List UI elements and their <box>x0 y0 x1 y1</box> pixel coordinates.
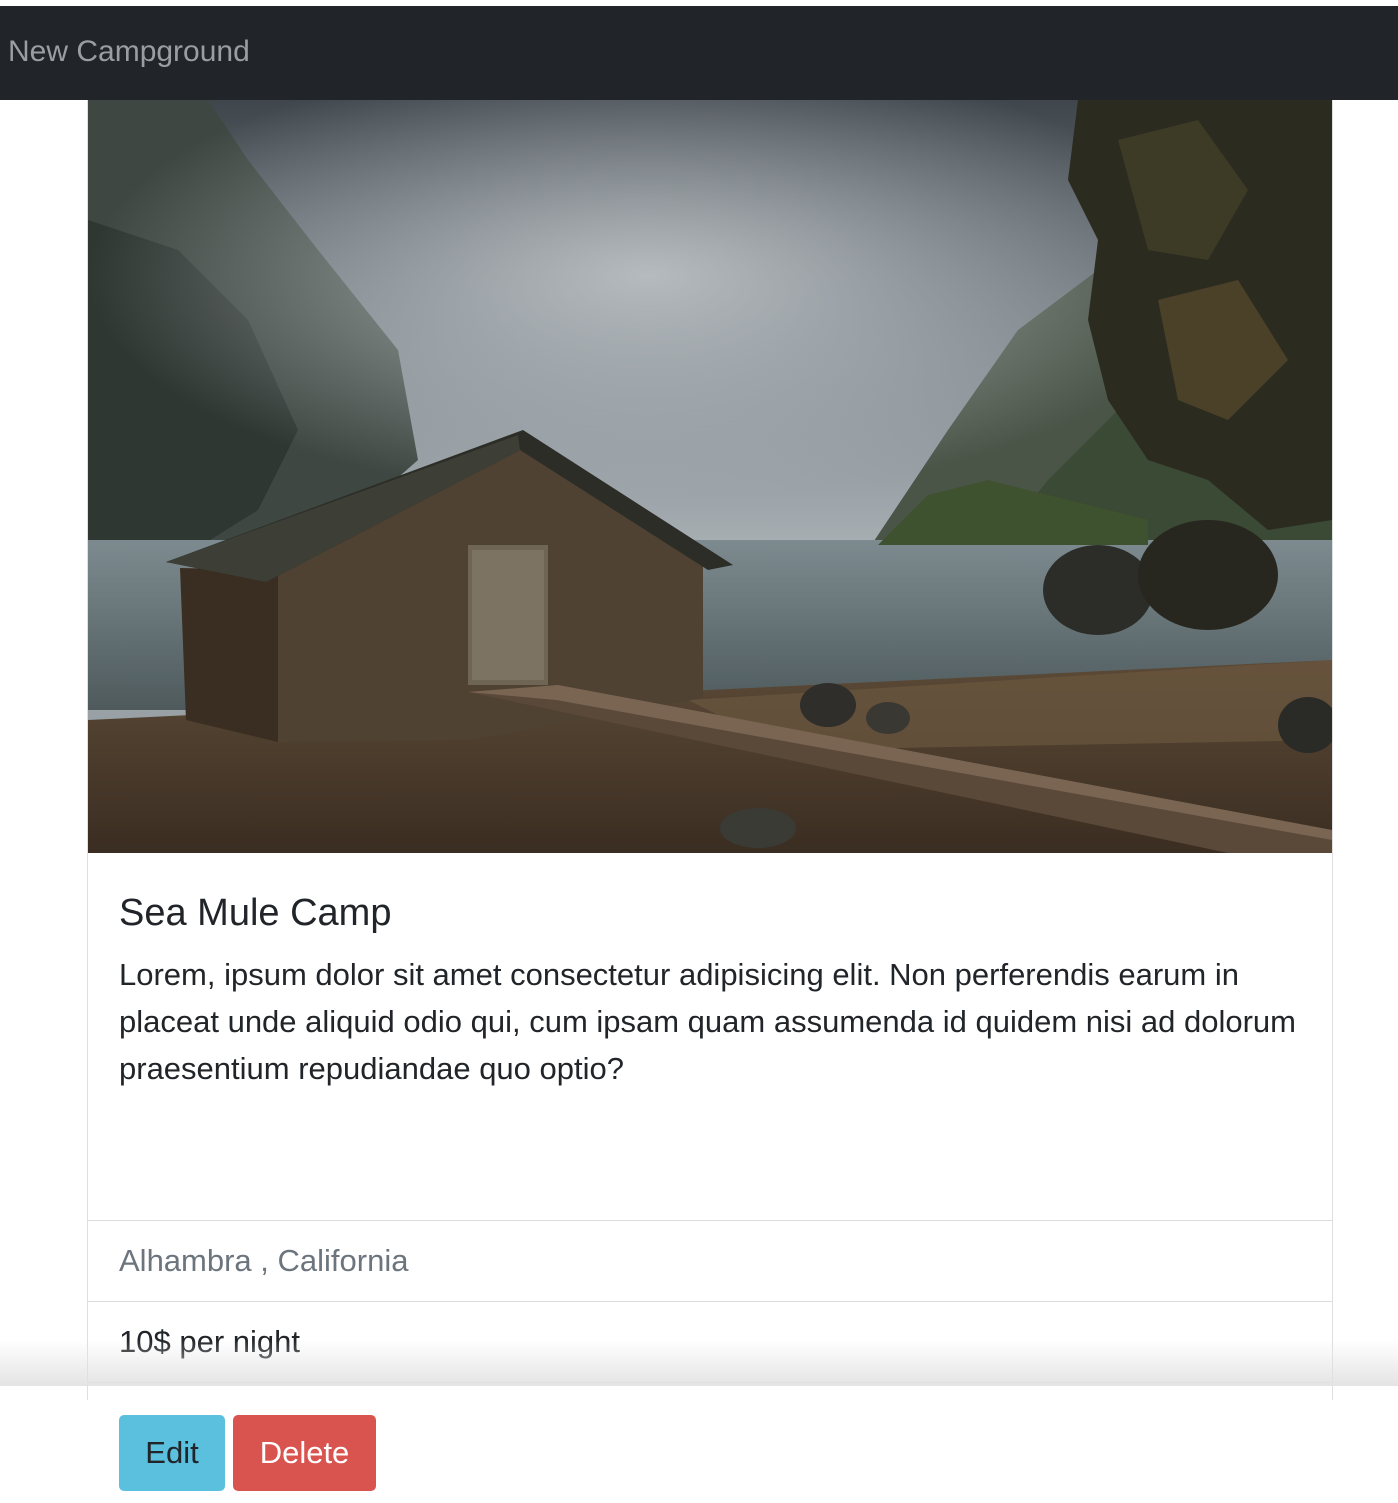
campground-card: Sea Mule Camp Lorem, ipsum dolor sit ame… <box>87 100 1333 1491</box>
navbar: New Campground <box>0 6 1398 100</box>
new-campground-link[interactable]: New Campground <box>8 34 250 70</box>
list-item-price: 10$ per night <box>88 1302 1332 1383</box>
campground-price: 10$ per night <box>119 1324 300 1359</box>
delete-button[interactable]: Delete <box>233 1415 376 1491</box>
card-actions: Edit Delete <box>88 1383 1332 1503</box>
campground-description: Lorem, ipsum dolor sit amet consectetur … <box>119 957 1296 1086</box>
campground-title: Sea Mule Camp <box>119 892 392 934</box>
card-body: Sea Mule Camp Lorem, ipsum dolor sit ame… <box>88 853 1332 1221</box>
campground-image <box>88 100 1332 853</box>
edit-button[interactable]: Edit <box>119 1415 225 1491</box>
campground-location: Alhambra , California <box>119 1243 409 1278</box>
list-item-location: Alhambra , California <box>88 1221 1332 1302</box>
